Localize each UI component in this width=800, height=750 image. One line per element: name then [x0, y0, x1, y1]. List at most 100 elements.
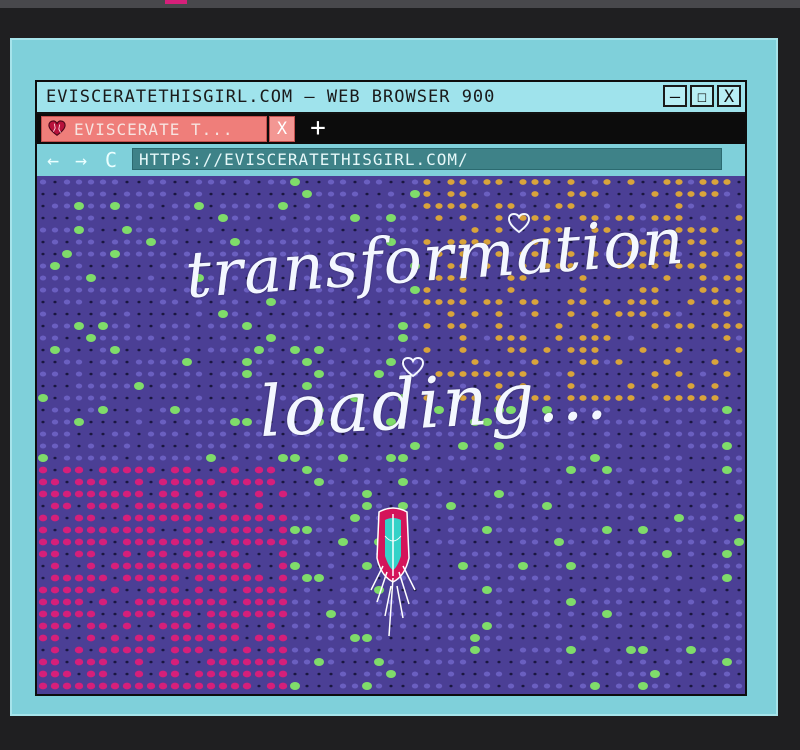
halftone-dot [38, 598, 48, 606]
halftone-dot [629, 456, 633, 460]
halftone-dot [653, 540, 657, 544]
halftone-dot [113, 276, 117, 280]
halftone-dot [110, 502, 120, 510]
halftone-dot [86, 682, 96, 690]
halftone-dot [242, 514, 252, 522]
halftone-dot [653, 180, 657, 184]
halftone-dot [245, 552, 249, 556]
halftone-dot [579, 455, 587, 461]
halftone-dot [218, 550, 228, 558]
halftone-dot [50, 682, 60, 690]
halftone-dot [218, 574, 228, 582]
halftone-dot [509, 552, 513, 556]
halftone-dot [509, 660, 513, 664]
halftone-dot [615, 599, 623, 605]
halftone-dot [86, 490, 96, 498]
halftone-dot [185, 672, 189, 676]
halftone-dot [62, 466, 72, 474]
halftone-dot [77, 408, 81, 412]
halftone-dot [269, 504, 273, 508]
halftone-dot [581, 180, 585, 184]
halftone-dot [509, 672, 513, 676]
halftone-dot [651, 323, 659, 329]
url-input[interactable]: HTTPS://EVISCERATETHISGIRL.COM/ [132, 148, 722, 170]
halftone-dot [473, 612, 477, 616]
halftone-dot [317, 204, 321, 208]
halftone-dot [641, 600, 645, 604]
tab-close-button[interactable]: X [269, 116, 295, 142]
halftone-dot [687, 491, 695, 497]
halftone-dot [75, 215, 83, 221]
halftone-dot [735, 479, 743, 485]
halftone-dot [197, 612, 201, 616]
halftone-dot [314, 478, 324, 486]
halftone-dot [242, 670, 252, 678]
halftone-dot [363, 179, 371, 185]
halftone-dot [663, 311, 671, 317]
halftone-dot [159, 455, 167, 461]
halftone-dot [509, 444, 513, 448]
tab-eviscerate[interactable]: EVISCERATE T... [41, 116, 267, 142]
halftone-dot [182, 514, 192, 522]
halftone-dot [735, 455, 743, 461]
close-window-button[interactable]: X [717, 85, 741, 107]
halftone-dot [77, 444, 81, 448]
halftone-dot [159, 299, 167, 305]
halftone-dot [495, 611, 503, 617]
halftone-dot [317, 624, 321, 628]
halftone-dot [735, 611, 743, 617]
halftone-dot [545, 564, 549, 568]
halftone-dot [617, 516, 621, 520]
halftone-dot [219, 371, 227, 377]
halftone-dot [581, 624, 585, 628]
halftone-dot [159, 179, 167, 185]
halftone-dot [699, 215, 707, 221]
halftone-dot [231, 203, 239, 209]
halftone-dot [639, 347, 647, 353]
halftone-dot [533, 672, 537, 676]
halftone-dot [569, 552, 573, 556]
halftone-dot [531, 683, 539, 689]
halftone-dot [341, 360, 345, 364]
halftone-dot [87, 227, 95, 233]
halftone-dot [75, 251, 83, 257]
halftone-dot [737, 492, 741, 496]
halftone-dot [459, 455, 467, 461]
halftone-dot [221, 228, 225, 232]
halftone-dot [377, 336, 381, 340]
halftone-dot [399, 347, 407, 353]
halftone-dot [137, 588, 141, 592]
halftone-dot [291, 335, 299, 341]
halftone-dot [566, 562, 576, 570]
new-tab-button[interactable]: + [305, 115, 331, 141]
halftone-dot [206, 526, 216, 534]
halftone-dot [110, 586, 120, 594]
halftone-dot [665, 192, 669, 196]
halftone-dot [327, 215, 335, 221]
halftone-dot [183, 191, 191, 197]
halftone-dot [387, 335, 395, 341]
maximize-button[interactable]: ☐ [690, 85, 714, 107]
halftone-dot [41, 216, 45, 220]
reload-button[interactable]: C [105, 148, 117, 172]
halftone-dot [38, 634, 48, 642]
halftone-dot [329, 576, 333, 580]
halftone-dot [135, 407, 143, 413]
halftone-dot [50, 574, 60, 582]
halftone-dot [423, 455, 431, 461]
halftone-dot [473, 192, 477, 196]
halftone-dot [687, 431, 695, 437]
halftone-dot [485, 324, 489, 328]
minimize-button[interactable]: — [663, 85, 687, 107]
halftone-dot [581, 672, 585, 676]
halftone-dot [569, 324, 573, 328]
halftone-dot [533, 480, 537, 484]
halftone-dot [38, 538, 48, 546]
forward-button[interactable]: → [75, 148, 87, 172]
halftone-dot [701, 552, 705, 556]
back-button[interactable]: ← [47, 148, 59, 172]
halftone-dot [423, 659, 431, 665]
halftone-dot [146, 238, 156, 246]
halftone-dot [278, 586, 288, 594]
halftone-dot [197, 360, 201, 364]
